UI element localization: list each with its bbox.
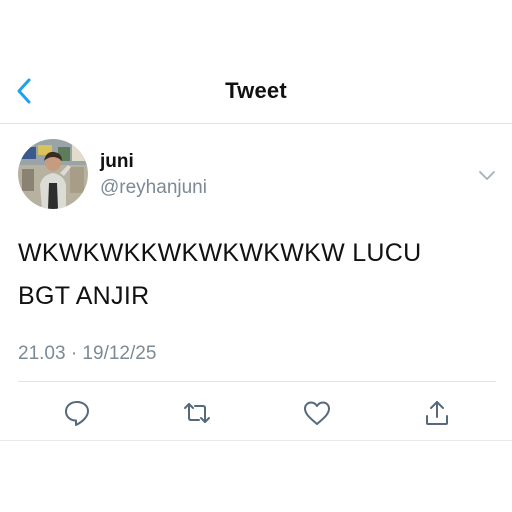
like-button[interactable] <box>302 398 332 428</box>
share-button[interactable] <box>422 398 452 428</box>
tweet-actions <box>0 394 512 428</box>
tweet-detail-page: Tweet juni @reyhanjuni WKWKWKKWKWKWKWKW … <box>0 0 512 512</box>
avatar-photo <box>18 139 88 209</box>
reply-button[interactable] <box>62 398 92 428</box>
retweet-button[interactable] <box>182 398 212 428</box>
author-name[interactable]: juni <box>100 151 134 173</box>
tweet-timestamp: 21.03 · 19/12/25 <box>18 343 157 364</box>
divider <box>18 381 496 382</box>
like-icon <box>304 401 330 425</box>
bottom-divider <box>0 440 512 441</box>
avatar[interactable] <box>18 139 88 209</box>
page-title: Tweet <box>225 78 287 103</box>
top-bar: Tweet <box>0 60 512 124</box>
tweet-text: WKWKWKKWKWKWKWKW LUCU BGT ANJIR <box>18 232 488 318</box>
tweet-text-line: WKWKWKKWKWKWKWKW LUCU <box>18 239 422 267</box>
tweet-menu-button[interactable] <box>474 164 500 186</box>
reply-icon <box>65 401 89 426</box>
share-icon <box>426 401 448 425</box>
tweet-text-line: BGT ANJIR <box>18 282 150 310</box>
retweet-icon <box>184 403 210 423</box>
author-handle[interactable]: @reyhanjuni <box>100 177 207 199</box>
chevron-down-icon <box>479 171 495 180</box>
